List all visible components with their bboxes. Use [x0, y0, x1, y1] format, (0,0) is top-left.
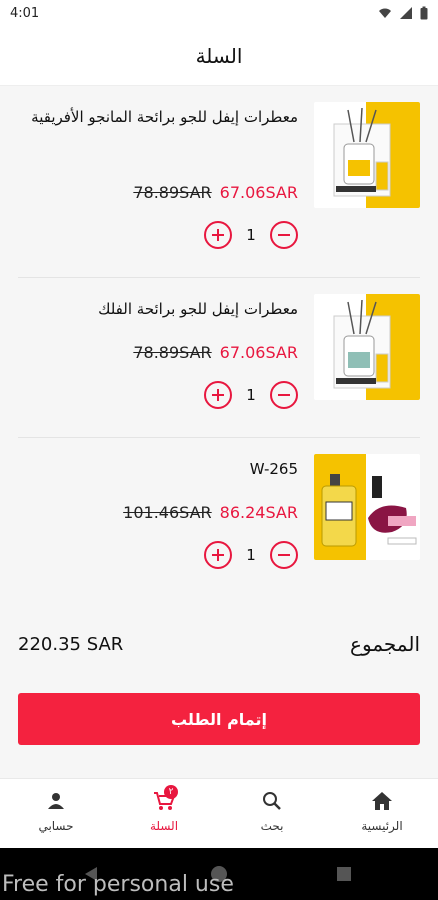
quantity-value: 1	[246, 386, 256, 404]
status-bar: 4:01	[0, 0, 438, 28]
checkout-button[interactable]: إتمام الطلب	[18, 693, 420, 745]
status-time: 4:01	[10, 6, 40, 21]
original-price: 78.89SAR	[133, 343, 212, 362]
quantity-stepper: 1	[204, 221, 298, 249]
plus-icon	[212, 549, 224, 561]
total-label: المجموع	[350, 632, 420, 656]
battery-icon	[420, 6, 428, 20]
product-name[interactable]: W-265	[18, 452, 298, 486]
decrease-quantity-button[interactable]	[270, 221, 298, 249]
nav-item-search[interactable]: بحث	[232, 791, 312, 833]
original-price: 101.46SAR	[123, 503, 212, 522]
plus-icon	[212, 389, 224, 401]
discounted-price: 67.06SAR	[219, 183, 298, 202]
page-title: السلة	[195, 44, 243, 68]
increase-quantity-button[interactable]	[204, 221, 232, 249]
reed-diffuser-image	[314, 102, 420, 208]
cart-item: W-265 101.46SAR 86.24SAR 1	[18, 438, 420, 598]
nav-label: حسابي	[38, 819, 74, 833]
price-row: 101.46SAR 86.24SAR	[123, 503, 298, 522]
reed-diffuser-image	[314, 294, 420, 400]
quantity-stepper: 1	[204, 541, 298, 569]
minus-icon	[278, 394, 290, 396]
increase-quantity-button[interactable]	[204, 541, 232, 569]
decrease-quantity-button[interactable]	[270, 541, 298, 569]
person-icon	[48, 793, 64, 809]
minus-icon	[278, 234, 290, 236]
search-icon	[263, 792, 281, 810]
price-row: 78.89SAR 67.06SAR	[133, 183, 298, 202]
watermark-text: Free for personal use	[2, 872, 234, 897]
product-name[interactable]: معطرات إيفل للجو برائحة المانجو الأفريقي…	[18, 100, 298, 134]
app-header: السلة	[0, 28, 438, 86]
cart-count-badge: ٢	[164, 785, 178, 799]
increase-quantity-button[interactable]	[204, 381, 232, 409]
original-price: 78.89SAR	[133, 183, 212, 202]
nav-item-home[interactable]: الرئيسية	[342, 791, 422, 833]
total-value: 220.35 SAR	[18, 634, 124, 655]
quantity-stepper: 1	[204, 381, 298, 409]
nav-item-cart[interactable]: ٢ السلة	[124, 785, 204, 833]
system-navigation-bar: Free for personal use	[0, 848, 438, 900]
discounted-price: 86.24SAR	[219, 503, 298, 522]
cart-item: معطرات إيفل للجو برائحة المانجو الأفريقي…	[18, 86, 420, 278]
quantity-value: 1	[246, 546, 256, 564]
product-image[interactable]	[314, 102, 420, 208]
wifi-icon	[379, 8, 391, 18]
plus-icon	[212, 229, 224, 241]
signal-icon	[400, 7, 412, 19]
home-icon	[372, 792, 392, 810]
cart-item: معطرات إيفل للجو برائحة الفلك 78.89SAR 6…	[18, 278, 420, 438]
status-icons	[378, 6, 428, 20]
nav-item-account[interactable]: حسابي	[16, 791, 96, 833]
bottom-navigation: حسابي ٢ السلة بحث الرئيسية	[0, 778, 438, 848]
recents-icon[interactable]	[336, 866, 352, 882]
nav-label: السلة	[149, 819, 179, 833]
price-row: 78.89SAR 67.06SAR	[133, 343, 298, 362]
perfume-bottle-image	[314, 454, 420, 560]
nav-label: بحث	[260, 819, 284, 833]
product-name[interactable]: معطرات إيفل للجو برائحة الفلك	[18, 292, 298, 326]
minus-icon	[278, 554, 290, 556]
nav-label: الرئيسية	[361, 819, 403, 833]
product-image[interactable]	[314, 294, 420, 400]
quantity-value: 1	[246, 226, 256, 244]
decrease-quantity-button[interactable]	[270, 381, 298, 409]
discounted-price: 67.06SAR	[219, 343, 298, 362]
product-image[interactable]	[314, 454, 420, 560]
cart-content: معطرات إيفل للجو برائحة المانجو الأفريقي…	[0, 86, 438, 778]
